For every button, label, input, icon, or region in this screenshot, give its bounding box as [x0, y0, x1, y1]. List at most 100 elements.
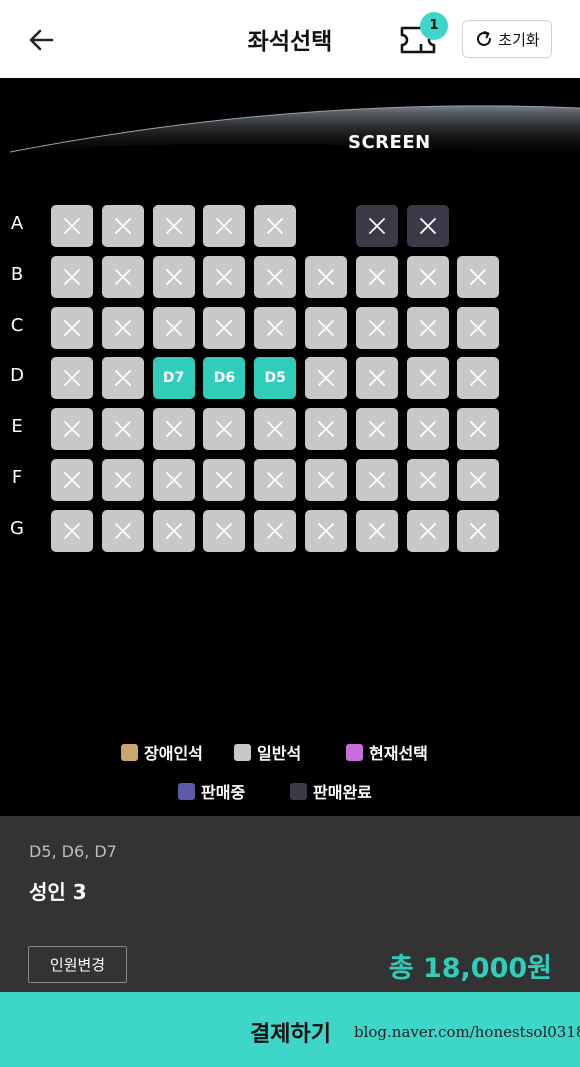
x-icon — [368, 522, 385, 539]
legend-label: 장애인석 — [144, 744, 203, 763]
x-icon — [267, 319, 284, 336]
seat-d-2[interactable] — [101, 357, 144, 400]
seat-e-8[interactable] — [406, 408, 449, 451]
seat-e-6[interactable] — [305, 408, 347, 451]
seat-e-1[interactable] — [51, 408, 93, 451]
x-icon — [419, 370, 436, 387]
seat-d-3[interactable]: D7 — [152, 357, 195, 400]
x-icon — [318, 472, 334, 488]
change-people-button[interactable]: 인원변경 — [28, 946, 127, 983]
seat-a-1[interactable] — [51, 205, 93, 247]
seat-g-6[interactable] — [305, 509, 347, 552]
seat-c-1[interactable] — [51, 306, 93, 349]
x-icon — [114, 522, 131, 539]
seat-e-9[interactable] — [457, 408, 500, 451]
legend-swatch — [290, 782, 307, 800]
seat-f-9[interactable] — [457, 459, 500, 501]
x-icon — [216, 268, 233, 285]
seat-d-6[interactable] — [305, 357, 347, 400]
x-icon — [368, 370, 385, 387]
row-label-a: A — [10, 213, 24, 234]
seat-f-7[interactable] — [355, 459, 398, 501]
seat-b-6[interactable] — [305, 255, 347, 298]
seat-g-7[interactable] — [355, 509, 398, 552]
x-icon — [318, 370, 334, 387]
seat-f-8[interactable] — [406, 459, 449, 501]
seat-f-3[interactable] — [152, 459, 195, 501]
seat-e-2[interactable] — [101, 408, 144, 451]
x-icon — [470, 522, 487, 539]
seat-b-9[interactable] — [457, 255, 500, 298]
seat-b-5[interactable] — [254, 255, 297, 298]
seat-c-6[interactable] — [305, 306, 347, 349]
screen-label: SCREEN — [348, 132, 431, 153]
seat-g-1[interactable] — [51, 509, 93, 552]
x-icon — [267, 421, 284, 438]
x-icon — [64, 522, 80, 539]
seat-c-5[interactable] — [254, 306, 297, 349]
back-arrow-icon — [29, 29, 54, 51]
seat-f-6[interactable] — [305, 459, 347, 501]
pay-button[interactable]: 결제하기 blog.naver.com/honestsol0318 — [0, 992, 580, 1067]
row-label-f: F — [11, 467, 23, 488]
seat-b-1[interactable] — [51, 255, 93, 298]
seat-e-4[interactable] — [203, 408, 246, 451]
seat-a-2[interactable] — [101, 205, 144, 247]
seat-d-4[interactable]: D6 — [203, 357, 246, 400]
x-icon — [318, 522, 334, 539]
seat-d-5[interactable]: D5 — [254, 357, 297, 400]
seat-a-5[interactable] — [254, 205, 297, 247]
x-icon — [64, 319, 80, 336]
x-icon — [267, 522, 284, 539]
seat-d-1[interactable] — [51, 357, 93, 400]
seat-c-8[interactable] — [406, 306, 449, 349]
seat-g-9[interactable] — [457, 509, 500, 552]
header: 좌석선택 1 초기화 — [0, 0, 580, 78]
seat-a-3[interactable] — [152, 205, 195, 247]
seat-g-2[interactable] — [101, 509, 144, 552]
seat-b-2[interactable] — [101, 255, 144, 298]
seat-g-3[interactable] — [152, 509, 195, 552]
legend-swatch — [234, 743, 251, 761]
x-icon — [368, 218, 385, 234]
back-button[interactable] — [26, 24, 58, 56]
seat-a-8[interactable] — [406, 205, 449, 247]
seat-g-4[interactable] — [203, 509, 246, 552]
seat-d-8[interactable] — [406, 357, 449, 400]
legend-label: 판매중 — [201, 783, 246, 802]
reset-button[interactable]: 초기화 — [462, 20, 552, 58]
x-icon — [470, 268, 487, 285]
seat-g-8[interactable] — [406, 509, 449, 552]
seat-c-4[interactable] — [203, 306, 246, 349]
seat-f-5[interactable] — [254, 459, 297, 501]
seat-d-7[interactable] — [355, 357, 398, 400]
seat-c-2[interactable] — [101, 306, 144, 349]
selection-summary: D5, D6, D7 성인 3 인원변경 총 18,000원 — [0, 816, 580, 992]
seat-b-7[interactable] — [355, 255, 398, 298]
seat-g-5[interactable] — [254, 509, 297, 552]
legend-label: 일반석 — [257, 744, 302, 763]
seat-f-4[interactable] — [203, 459, 246, 501]
seat-f-1[interactable] — [51, 459, 93, 501]
x-icon — [419, 319, 436, 336]
seat-b-8[interactable] — [406, 255, 449, 298]
people-count: 성인 3 — [29, 880, 87, 904]
seat-d-9[interactable] — [457, 357, 500, 400]
total-price: 총 18,000원 — [388, 953, 552, 984]
x-icon — [216, 522, 233, 539]
seat-b-4[interactable] — [203, 255, 246, 298]
seat-a-4[interactable] — [203, 205, 246, 247]
seat-a-7[interactable] — [355, 205, 398, 247]
legend-item-current: 현재선택 — [346, 740, 428, 764]
seat-b-3[interactable] — [152, 255, 195, 298]
seat-f-2[interactable] — [101, 459, 144, 501]
legend-item-general: 일반석 — [234, 740, 301, 764]
seat-e-7[interactable] — [355, 408, 398, 451]
pay-label: 결제하기 — [250, 1022, 331, 1047]
seat-c-7[interactable] — [355, 306, 398, 349]
seat-c-3[interactable] — [152, 306, 195, 349]
seat-c-9[interactable] — [457, 306, 500, 349]
x-icon — [419, 522, 436, 539]
seat-e-5[interactable] — [254, 408, 297, 451]
seat-e-3[interactable] — [152, 408, 195, 451]
